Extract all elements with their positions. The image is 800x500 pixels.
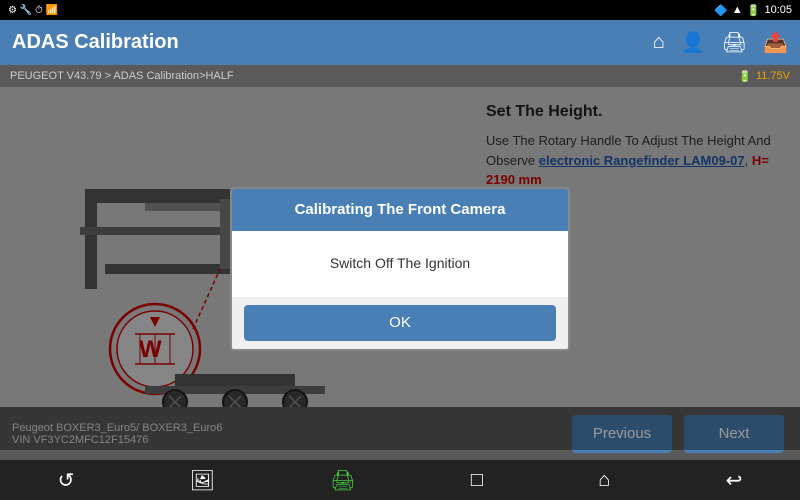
print-icon[interactable]: 🖨 xyxy=(722,30,747,55)
signal-icon: ▲ xyxy=(732,4,743,16)
time-display: 10:05 xyxy=(764,4,792,16)
printer-nav-icon[interactable]: 🖨 xyxy=(330,468,355,493)
voltage-value: 11.75V xyxy=(756,70,790,82)
modal-dialog: Calibrating The Front Camera Switch Off … xyxy=(230,187,570,351)
breadcrumb: PEUGEOT V43.79 > ADAS Calibration>HALF 🔋… xyxy=(0,65,800,87)
header-icons: ⌂ 👤 🖨 📤 xyxy=(653,30,788,55)
modal-header: Calibrating The Front Camera xyxy=(232,189,568,231)
modal-message: Switch Off The Ignition xyxy=(330,255,470,271)
square-icon[interactable]: □ xyxy=(471,469,483,492)
modal-overlay: Calibrating The Front Camera Switch Off … xyxy=(0,87,800,450)
modal-body: Switch Off The Ignition xyxy=(232,231,568,297)
user-icon[interactable]: 👤 xyxy=(681,30,706,55)
status-bar-left: ⚙ 🔧 ⏱ 📶 xyxy=(8,5,58,16)
battery-small-icon: 🔋 xyxy=(738,70,752,83)
app-header: ADAS Calibration ⌂ 👤 🖨 📤 xyxy=(0,20,800,65)
app-title: ADAS Calibration xyxy=(12,31,179,54)
system-nav-bar: ↺ 🖼 🖨 □ ⌂ ↩ xyxy=(0,460,800,500)
status-bar-right: 🔷 ▲ 🔋 10:05 xyxy=(714,4,792,17)
export-icon[interactable]: 📤 xyxy=(763,30,788,55)
image-icon[interactable]: 🖼 xyxy=(190,468,215,493)
modal-title: Calibrating The Front Camera xyxy=(295,201,506,218)
voltage-display: 🔋 11.75V xyxy=(738,70,790,83)
home-icon[interactable]: ⌂ xyxy=(653,31,665,54)
ok-button[interactable]: OK xyxy=(244,305,556,341)
bluetooth-icon: 🔷 xyxy=(714,4,728,17)
breadcrumb-path: PEUGEOT V43.79 > ADAS Calibration>HALF xyxy=(10,70,234,82)
back-arrow-icon[interactable]: ↩ xyxy=(726,468,743,493)
status-bar: ⚙ 🔧 ⏱ 📶 🔷 ▲ 🔋 10:05 xyxy=(0,0,800,20)
status-icons: ⚙ 🔧 ⏱ 📶 xyxy=(8,5,58,16)
modal-footer: OK xyxy=(232,297,568,349)
back-circle-icon[interactable]: ↺ xyxy=(58,468,75,493)
battery-icon: 🔋 xyxy=(747,4,761,17)
home-nav-icon[interactable]: ⌂ xyxy=(598,469,610,492)
